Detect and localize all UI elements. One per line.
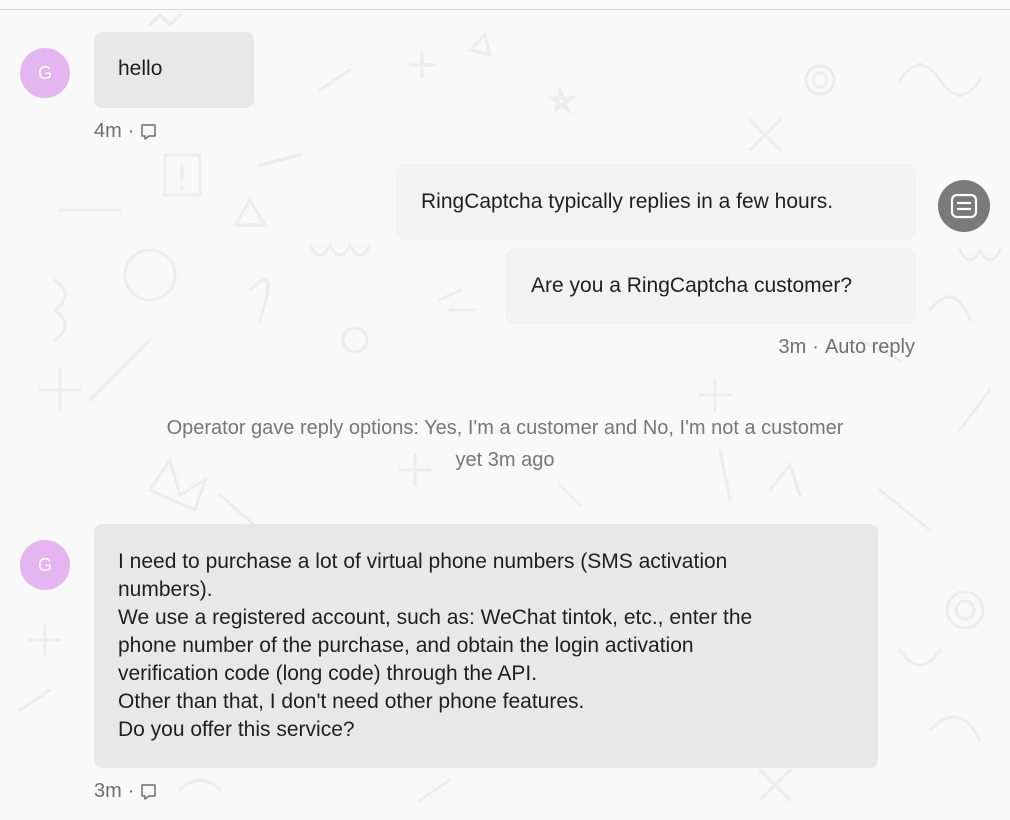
avatar-initial: G [37,554,52,575]
meta-separator: · [812,336,819,358]
bot-message-customer-question: Are you a RingCaptcha customer? [506,248,916,324]
bot-message-meta: 3m · Auto reply [778,336,915,359]
message-line: We use a registered account, such as: We… [118,606,753,629]
message-line: numbers). [118,578,213,601]
message-text: RingCaptcha typically replies in a few h… [421,190,834,213]
message-meta: 4m · [94,120,157,143]
system-note-line-2: yet 3m ago [455,449,555,471]
message-text: hello [118,57,163,80]
top-divider [0,0,1010,10]
seen-icon [141,783,157,800]
message-line: I need to purchase a lot of virtual phon… [118,550,728,573]
message-meta: 3m · [94,780,157,803]
auto-reply-label: Auto reply [824,336,915,358]
message-time: 3m [94,780,122,802]
meta-separator: · [127,120,135,142]
message-line: phone number of the purchase, and obtain… [118,634,694,657]
system-note: Operator gave reply options: Yes, I'm a … [100,412,910,476]
seen-icon [141,123,157,140]
bot-message-reply-time: RingCaptcha typically replies in a few h… [396,164,916,240]
message-time: 4m [94,120,122,142]
message-line: verification code (long code) through th… [118,662,538,685]
avatar-initial: G [37,62,52,83]
user-message-hello: hello [94,32,254,108]
meta-separator: · [127,780,135,802]
message-text: Are you a RingCaptcha customer? [531,274,852,297]
user-avatar: G [20,48,70,98]
message-line: Other than that, I don't need other phon… [118,690,585,713]
message-line: Do you offer this service? [118,718,355,741]
system-note-line-1: Operator gave reply options: Yes, I'm a … [166,417,844,439]
bot-avatar [938,180,990,232]
bot-avatar-icon [950,193,978,219]
message-time: 3m [778,336,807,358]
user-message-long: I need to purchase a lot of virtual phon… [94,524,878,768]
user-avatar: G [20,540,70,590]
